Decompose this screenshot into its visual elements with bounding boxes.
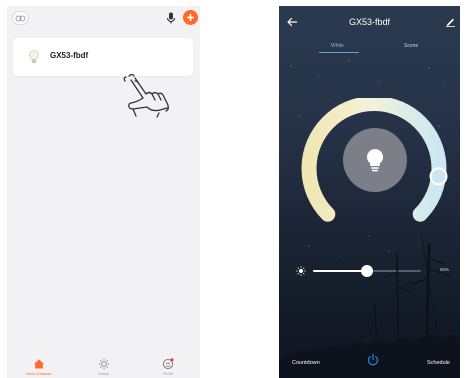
device-name: GX53-fbdf	[50, 51, 89, 60]
nav-smart[interactable]: Smart	[84, 356, 124, 378]
nav-profile[interactable]: Profil	[148, 356, 188, 378]
device-title: GX53-fbdf	[348, 17, 391, 27]
light-toggle-button[interactable]	[343, 128, 407, 192]
bulb-icon	[367, 149, 383, 172]
nav-home[interactable]: Mein Zuhause	[19, 356, 59, 378]
home-icon	[34, 359, 44, 369]
edit-icon[interactable]	[445, 16, 456, 27]
light-control-screen: GX53-fbdf White Scene 50% Countdown Sche…	[279, 6, 460, 378]
power-icon[interactable]	[366, 353, 380, 367]
bulb-icon	[29, 50, 39, 63]
countdown-button[interactable]: Countdown	[292, 360, 320, 366]
device-list-screen: GX53-fbdf Mein Zuhause Smart Profil	[7, 6, 200, 378]
schedule-button[interactable]: Schedule	[427, 360, 450, 366]
tap-hand-icon	[123, 73, 169, 118]
device-card[interactable]: GX53-fbdf	[13, 38, 193, 76]
smart-icon	[98, 358, 109, 370]
microphone-icon[interactable]	[163, 10, 179, 26]
active-tab-indicator	[319, 52, 359, 53]
add-device-icon[interactable]	[183, 10, 198, 25]
tab-white[interactable]: White	[331, 43, 344, 49]
top-bar	[7, 6, 200, 34]
tab-scene[interactable]: Scene	[404, 43, 418, 49]
nav-label: Smart	[98, 371, 109, 376]
home-switch-icon[interactable]	[12, 11, 29, 25]
bottom-navigation: Mein Zuhause Smart Profil	[7, 356, 200, 378]
profile-icon	[162, 358, 174, 370]
nav-label: Profil	[163, 371, 173, 376]
nav-label: Mein Zuhause	[26, 371, 52, 376]
